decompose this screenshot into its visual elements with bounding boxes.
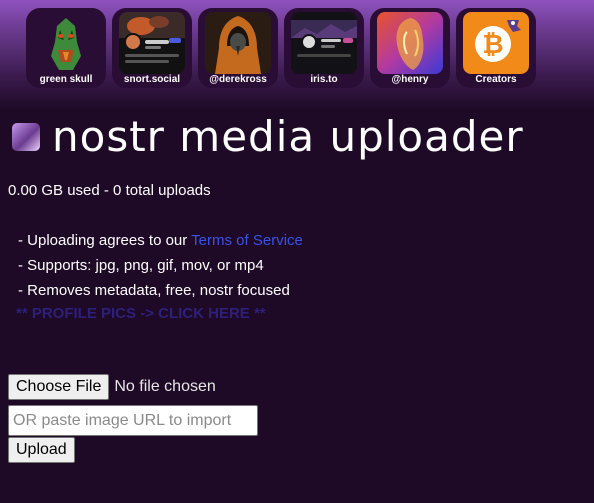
tile-creators[interactable]: ₿ Creators xyxy=(456,8,536,88)
green-skull-avatar-icon xyxy=(33,12,99,74)
info-terms-line: - Uploading agrees to our Terms of Servi… xyxy=(18,228,303,253)
tile-label: iris.to xyxy=(310,74,338,85)
info-terms-prefix: - Uploading agrees to our xyxy=(18,232,192,249)
iris-to-screenshot-icon xyxy=(291,12,357,74)
upload-info: - Uploading agrees to our Terms of Servi… xyxy=(18,228,303,303)
featured-links: green skull snort.social @derekross iris… xyxy=(26,8,536,88)
file-status: No file chosen xyxy=(114,378,216,395)
nostr-build-logo-icon xyxy=(12,122,40,151)
tile-snort-social[interactable]: snort.social xyxy=(112,8,192,88)
tile-label: @henry xyxy=(391,74,429,85)
file-picker: Choose File No file chosen xyxy=(8,374,216,400)
tile-label: Creators xyxy=(475,74,517,85)
snort-social-screenshot-icon xyxy=(119,12,185,74)
tile-label: green skull xyxy=(39,74,93,85)
profile-pics-link[interactable]: ** PROFILE PICS -> CLICK HERE ** xyxy=(16,305,266,322)
info-supports-line: - Supports: jpg, png, gif, mov, or mp4 xyxy=(18,257,264,274)
henry-avatar-icon xyxy=(377,12,443,74)
tile-label: @derekross xyxy=(209,74,267,85)
info-metadata-line: - Removes metadata, free, nostr focused xyxy=(18,282,290,299)
usage-stats: 0.00 GB used - 0 total uploads xyxy=(8,182,211,199)
bitcoin-creators-icon: ₿ xyxy=(463,12,529,74)
upload-button[interactable]: Upload xyxy=(8,437,75,463)
hooded-figure-avatar-icon xyxy=(205,12,271,74)
tile-label: snort.social xyxy=(123,74,181,85)
choose-file-button[interactable]: Choose File xyxy=(8,374,110,400)
tile-iris-to[interactable]: iris.to xyxy=(284,8,364,88)
page-title: nostr media uploader xyxy=(52,112,524,161)
image-url-input[interactable] xyxy=(8,405,258,436)
page-header: nostr media uploader xyxy=(12,112,524,161)
terms-of-service-link[interactable]: Terms of Service xyxy=(191,232,303,249)
svg-text:₿: ₿ xyxy=(482,30,503,60)
tile-henry[interactable]: @henry xyxy=(370,8,450,88)
tile-green-skull[interactable]: green skull xyxy=(26,8,106,88)
tile-derekross[interactable]: @derekross xyxy=(198,8,278,88)
